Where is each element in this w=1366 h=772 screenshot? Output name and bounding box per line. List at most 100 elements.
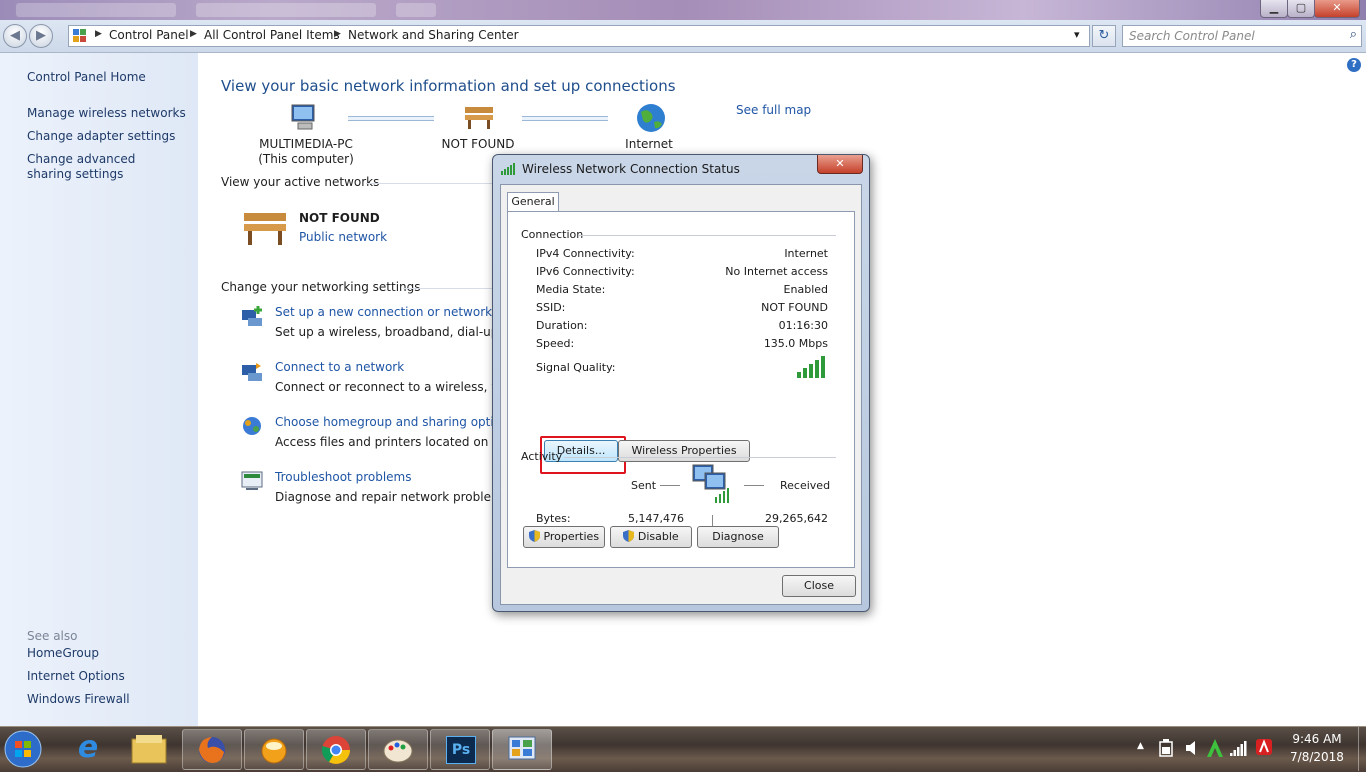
address-bar: ◀ ▶ ▶ Control Panel ▶ All Control Panel … xyxy=(0,20,1366,53)
properties-button[interactable]: Properties xyxy=(523,526,605,548)
network-computers-icon xyxy=(692,464,729,503)
active-network-name: NOT FOUND xyxy=(299,211,380,225)
file-explorer-icon[interactable] xyxy=(130,733,168,765)
active-network-type-link[interactable]: Public network xyxy=(299,230,387,244)
taskbar-firefox[interactable] xyxy=(182,729,242,770)
clock-time[interactable]: 9:46 AM xyxy=(1282,732,1352,746)
wireless-properties-button[interactable]: Wireless Properties xyxy=(618,440,750,462)
window-close-button[interactable]: ✕ xyxy=(1314,0,1360,18)
sidebar-manage-wireless[interactable]: Manage wireless networks xyxy=(27,106,186,120)
breadcrumb-control-panel[interactable]: Control Panel xyxy=(109,28,189,42)
network-control-panel-icon xyxy=(508,736,536,760)
address-dropdown-icon[interactable]: ▾ xyxy=(1074,28,1080,41)
tray-signal-bar xyxy=(1244,741,1247,756)
taskbar-chrome[interactable] xyxy=(306,729,366,770)
clock-date[interactable]: 7/8/2018 xyxy=(1282,750,1352,764)
globe-icon[interactable] xyxy=(635,102,667,134)
breadcrumb-separator: ▶ xyxy=(190,29,197,39)
signal-icon xyxy=(501,163,515,175)
computer-icon[interactable] xyxy=(288,103,320,133)
taskbar-control-panel[interactable] xyxy=(492,729,552,770)
back-button[interactable]: ◀ xyxy=(3,24,27,48)
signal-quality-bars-icon xyxy=(797,356,825,378)
task-troubleshoot-link[interactable]: Troubleshoot problems xyxy=(275,470,411,484)
disable-button[interactable]: Disable xyxy=(610,526,692,548)
taskbar-orange-app[interactable] xyxy=(244,729,304,770)
taskbar: e Ps ▲ 9:46 AM 7/8/2018 xyxy=(0,726,1366,772)
maximize-button[interactable]: ▢ xyxy=(1287,0,1315,18)
sidebar: Control Panel Home Manage wireless netwo… xyxy=(0,53,198,726)
activity-group-label: Activity xyxy=(521,450,563,463)
map-connection-line xyxy=(522,116,608,121)
ipv4-value: Internet xyxy=(784,247,828,260)
connect-network-icon xyxy=(242,363,262,381)
taskbar-photoshop[interactable]: Ps xyxy=(430,729,490,770)
media-state-label: Media State: xyxy=(536,283,606,296)
antivirus-icon[interactable] xyxy=(1206,738,1224,758)
section-divider xyxy=(403,288,496,289)
search-icon[interactable]: ⌕ xyxy=(1350,27,1357,42)
ipv4-label: IPv4 Connectivity: xyxy=(536,247,635,260)
new-connection-icon xyxy=(242,306,262,326)
bytes-received-value: 29,265,642 xyxy=(765,512,828,525)
background-tab xyxy=(16,3,176,17)
wifi-signal-icon[interactable] xyxy=(1230,740,1248,756)
sidebar-control-panel-home[interactable]: Control Panel Home xyxy=(27,70,146,84)
diagnose-button[interactable]: Diagnose xyxy=(697,526,779,548)
forward-button[interactable]: ▶ xyxy=(29,24,53,48)
breadcrumb-separator: ▶ xyxy=(95,29,102,39)
dialog-close-button[interactable]: ✕ xyxy=(817,155,863,174)
tab-general[interactable]: General xyxy=(507,192,559,212)
taskbar-paint[interactable] xyxy=(368,729,428,770)
networking-settings-heading: Change your networking settings xyxy=(221,280,421,294)
close-button[interactable]: Close xyxy=(782,575,856,597)
help-icon[interactable]: ? xyxy=(1347,58,1361,72)
breadcrumb[interactable]: ▶ Control Panel ▶ All Control Panel Item… xyxy=(68,25,1090,47)
battery-icon[interactable] xyxy=(1158,739,1174,757)
search-placeholder: Search Control Panel xyxy=(1129,29,1255,43)
breadcrumb-network-sharing[interactable]: Network and Sharing Center xyxy=(348,28,519,42)
volume-icon[interactable] xyxy=(1184,739,1200,757)
properties-label: Properties xyxy=(543,530,600,543)
duration-label: Duration: xyxy=(536,319,588,332)
public-network-bench-icon xyxy=(244,213,286,245)
see-full-map-link[interactable]: See full map xyxy=(736,103,811,117)
security-app-icon[interactable] xyxy=(1255,738,1273,756)
group-divider xyxy=(578,235,836,236)
task-setup-connection-link[interactable]: Set up a new connection or network xyxy=(275,305,492,319)
shield-icon xyxy=(528,530,540,542)
speed-value: 135.0 Mbps xyxy=(763,337,828,350)
task-homegroup-desc: Access files and printers located on oth… xyxy=(275,435,525,449)
sidebar-change-adapter[interactable]: Change adapter settings xyxy=(27,129,175,143)
sidebar-homegroup[interactable]: HomeGroup xyxy=(27,646,99,660)
tray-expand-icon[interactable]: ▲ xyxy=(1137,741,1144,751)
bench-icon[interactable] xyxy=(462,103,496,131)
minimize-button[interactable]: ▁ xyxy=(1260,0,1288,18)
computer-sub-label: (This computer) xyxy=(258,152,354,166)
show-desktop-button[interactable] xyxy=(1358,727,1366,771)
signal-bar xyxy=(809,364,813,378)
ipv6-label: IPv6 Connectivity: xyxy=(536,265,635,278)
search-input[interactable]: Search Control Panel ⌕ xyxy=(1122,25,1362,47)
tray-signal-bar xyxy=(1233,750,1236,756)
task-homegroup-link[interactable]: Choose homegroup and sharing options xyxy=(275,415,515,429)
see-also-label: See also xyxy=(27,629,78,643)
breadcrumb-all-items[interactable]: All Control Panel Items xyxy=(204,28,340,42)
start-orb-icon[interactable] xyxy=(3,729,43,769)
task-connect-network-link[interactable]: Connect to a network xyxy=(275,360,404,374)
refresh-icon[interactable]: ↻ xyxy=(1092,25,1116,47)
media-state-value: Enabled xyxy=(783,283,828,296)
received-label: Received xyxy=(780,479,831,492)
paint-palette-icon xyxy=(383,739,413,763)
sidebar-windows-firewall[interactable]: Windows Firewall xyxy=(27,692,130,706)
connection-group-label: Connection xyxy=(521,228,584,241)
background-tab xyxy=(396,3,436,17)
page-title: View your basic network information and … xyxy=(221,77,676,95)
sidebar-change-advanced-sharing[interactable]: Change advanced sharing settings xyxy=(27,152,177,182)
internet-explorer-icon[interactable]: e xyxy=(66,731,110,767)
breadcrumb-separator: ▶ xyxy=(334,29,341,39)
active-networks-heading: View your active networks xyxy=(221,175,380,189)
bytes-label: Bytes: xyxy=(536,512,571,525)
background-tab xyxy=(196,3,376,17)
sidebar-internet-options[interactable]: Internet Options xyxy=(27,669,125,683)
